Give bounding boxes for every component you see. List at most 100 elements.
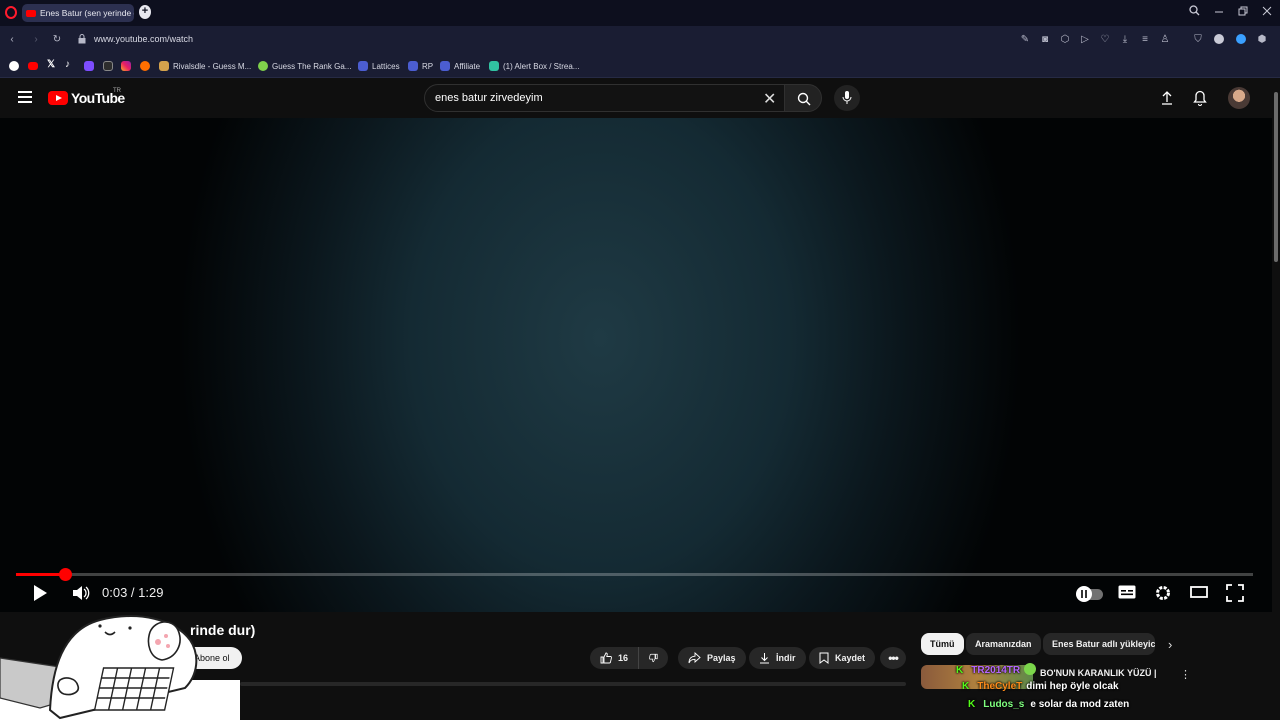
browser-tab[interactable]: Enes Batur (sen yerinde d [22, 4, 134, 22]
download-button[interactable]: İndir [749, 647, 806, 669]
microphone-icon [842, 91, 852, 104]
theater-mode-button[interactable] [1190, 584, 1210, 604]
tab-title: Enes Batur (sen yerinde d [40, 8, 134, 18]
more-dots-icon: ••• [888, 651, 899, 665]
instagram-icon[interactable] [121, 61, 131, 71]
edit-icon[interactable]: ✎ [1019, 34, 1031, 46]
like-button[interactable]: 16 [590, 647, 638, 669]
download-icon[interactable]: ⤓ [1119, 34, 1131, 46]
chat-username: TheCyleT [977, 681, 1023, 692]
video-player[interactable]: 0:03 / 1:29 [0, 118, 1280, 612]
chat-text: dimi hep öyle olcak [1026, 681, 1119, 692]
affiliate-icon [440, 61, 450, 71]
play-ext-icon[interactable]: ▷ [1079, 34, 1091, 46]
more-actions-button[interactable]: ••• [880, 647, 906, 669]
bookmark-affiliate[interactable]: Affiliate [440, 60, 480, 72]
share-icon [688, 652, 701, 664]
thumbs-down-icon [649, 653, 658, 663]
shield-icon[interactable]: ⬡ [1059, 34, 1071, 46]
forward-arrow-icon[interactable]: › [30, 34, 42, 46]
bookmarks-bar: 𝕏 ♪ Rivalsdle - Guess M... Guess The Ran… [0, 54, 1280, 78]
youtube-play-logo-icon [48, 91, 68, 105]
clear-search-icon[interactable]: ✕ [763, 89, 776, 109]
cube-extension-icon[interactable]: ⬢ [1256, 34, 1268, 46]
country-code: TR [113, 88, 121, 94]
eye-bookmark-icon[interactable] [103, 61, 113, 71]
avatar[interactable] [1228, 87, 1250, 109]
back-arrow-icon[interactable]: ‹ [6, 34, 18, 46]
bookmark-alert-box[interactable]: (1) Alert Box / Strea... [489, 60, 579, 72]
minimize-window-icon[interactable] [1211, 5, 1227, 21]
menu-list-icon[interactable]: ≡ [1139, 34, 1151, 46]
bookmark-guess-the-rank[interactable]: Guess The Rank Ga... [258, 60, 351, 72]
chip-all[interactable]: Tümü [921, 633, 964, 655]
subtitles-button[interactable] [1118, 584, 1138, 604]
tiktok-icon[interactable]: ♪ [65, 59, 70, 70]
autoplay-toggle[interactable] [1076, 584, 1104, 604]
chat-message: K TheCyleT dimi hep öyle olcak [962, 681, 1119, 692]
settings-button[interactable] [1154, 584, 1174, 604]
scrollbar-thumb[interactable] [1274, 92, 1278, 262]
extension-circle-icon[interactable] [1213, 34, 1225, 46]
bongo-cat-overlay [0, 615, 240, 720]
autoplay-pause-icon [1076, 586, 1092, 602]
browser-tab-bar: Enes Batur (sen yerinde d + [0, 0, 1280, 26]
snapshot-icon[interactable]: ◙ [1039, 34, 1051, 46]
youtube-masthead: YouTube TR enes batur zirvedeyim ✕ [0, 78, 1280, 118]
chip-from-search[interactable]: Aramanızdan [966, 633, 1041, 655]
bookmark-rivalsdle[interactable]: Rivalsdle - Guess M... [159, 60, 251, 72]
lattices-icon [358, 61, 368, 71]
orange-bookmark-icon[interactable] [140, 61, 150, 71]
progress-bar[interactable] [16, 568, 1253, 581]
blue-extension-icon[interactable] [1235, 34, 1247, 46]
fullscreen-button[interactable] [1226, 584, 1246, 604]
profile-icon[interactable]: ♙ [1159, 34, 1171, 46]
kick-badge-icon: K [956, 665, 964, 676]
search-box[interactable]: enes batur zirvedeyim ✕ [424, 84, 786, 112]
opera-logo-icon[interactable] [5, 6, 17, 19]
video-frame[interactable] [0, 118, 1280, 612]
chat-username: TR2014TR [971, 665, 1021, 676]
reload-icon[interactable]: ↻ [51, 34, 63, 46]
heart-icon[interactable]: ♡ [1099, 34, 1111, 46]
chat-text: e solar da mod zaten [1030, 699, 1130, 710]
url-field[interactable]: www.youtube.com/watch [94, 34, 193, 44]
x-twitter-icon[interactable]: 𝕏 [47, 59, 55, 70]
new-tab-button[interactable]: + [139, 5, 151, 19]
bookmark-lattices[interactable]: Lattices [358, 60, 400, 72]
restore-window-icon[interactable] [1235, 5, 1251, 21]
share-button[interactable]: Paylaş [678, 647, 746, 669]
close-window-icon[interactable] [1259, 5, 1275, 21]
kick-badge-icon: K [968, 699, 976, 710]
like-count: 16 [617, 653, 628, 663]
gtr-icon [258, 61, 268, 71]
hamburger-menu-icon[interactable] [18, 91, 32, 103]
youtube-bookmark-icon[interactable] [28, 62, 38, 70]
progress-fill [16, 573, 66, 576]
theater-mode-icon [1190, 586, 1208, 598]
chip-next-arrow-icon[interactable]: › [1168, 637, 1172, 652]
time-display: 0:03 / 1:29 [102, 585, 164, 600]
fullscreen-icon [1226, 584, 1244, 602]
app-bookmark-icon[interactable] [84, 61, 94, 71]
page-scrollbar[interactable] [1272, 80, 1280, 720]
google-icon[interactable] [9, 61, 19, 71]
search-button[interactable] [784, 84, 822, 112]
chat-username: Ludos_s [983, 699, 1025, 710]
chat-emote-icon [1024, 663, 1037, 675]
chip-uploader[interactable]: Enes Batur adlı yükleyici [1043, 633, 1155, 655]
notifications-bell-icon[interactable] [1193, 90, 1207, 111]
bookmark-rp[interactable]: RP [408, 60, 433, 72]
recommended-more-icon[interactable]: ⋮ [1180, 668, 1191, 681]
kick-badge-icon: K [962, 681, 970, 692]
upload-icon[interactable] [1160, 90, 1174, 111]
vpn-shield-icon[interactable]: ⛉ [1192, 34, 1204, 46]
dislike-button[interactable] [638, 647, 668, 669]
recommended-title[interactable]: BO'NUN KARANLIK YÜZÜ | [1040, 668, 1157, 678]
save-button[interactable]: Kaydet [809, 647, 876, 669]
bookmark-save-icon [819, 652, 829, 664]
voice-search-button[interactable] [834, 85, 860, 111]
search-tabs-icon[interactable] [1186, 5, 1202, 21]
subtitles-icon [1118, 585, 1136, 599]
search-input[interactable]: enes batur zirvedeyim [435, 92, 543, 104]
